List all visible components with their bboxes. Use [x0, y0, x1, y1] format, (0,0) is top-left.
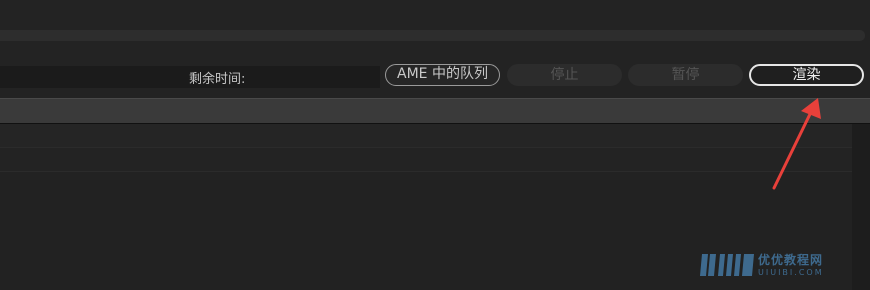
annotation-arrow-icon: [772, 98, 821, 190]
uiiiuiii-logo-icon: [700, 254, 754, 276]
watermark-url: UIUIBI.COM: [758, 268, 824, 277]
watermark-logo: 优优教程网 UIUIBI.COM: [700, 250, 860, 284]
watermark-text: 优优教程网: [758, 253, 824, 267]
